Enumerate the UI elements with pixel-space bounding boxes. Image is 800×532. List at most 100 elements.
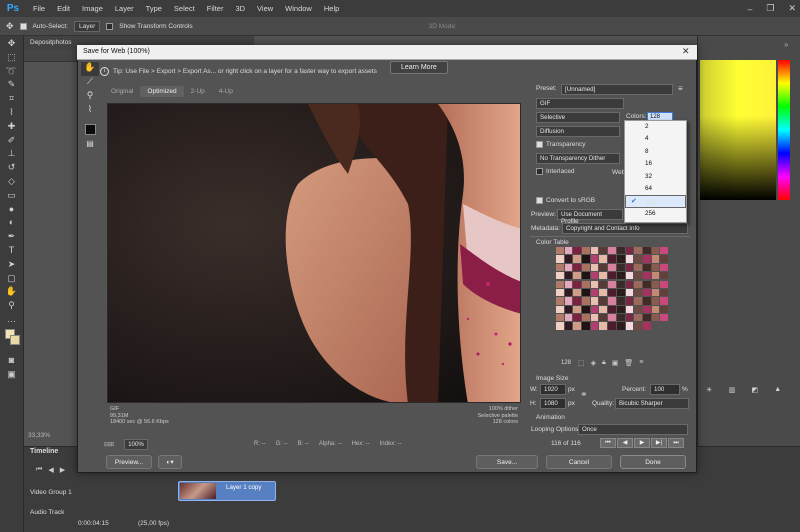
adjust-icon[interactable]: ▲: [774, 386, 794, 426]
type-icon[interactable]: T: [5, 245, 19, 256]
color-swatch[interactable]: [608, 305, 616, 313]
colors-option-selected[interactable]: ✔ 128: [625, 195, 686, 208]
looping-dropdown[interactable]: Once: [578, 424, 688, 435]
menu-file[interactable]: File: [27, 4, 51, 13]
eraser-icon[interactable]: ◇: [5, 176, 19, 187]
menu-image[interactable]: Image: [76, 4, 109, 13]
toggle-slices-icon[interactable]: ▤: [81, 139, 99, 151]
color-table-menu-icon[interactable]: ≡: [639, 359, 643, 367]
color-swatch[interactable]: [634, 339, 642, 346]
more-tools-icon[interactable]: …: [5, 314, 19, 325]
move-icon[interactable]: ✥: [5, 38, 19, 49]
shape-icon[interactable]: ▢: [5, 273, 19, 284]
hue-slider[interactable]: [778, 60, 790, 200]
color-swatch[interactable]: [556, 322, 564, 330]
color-swatch[interactable]: [590, 305, 599, 313]
color-swatch[interactable]: [651, 247, 660, 255]
color-swatch[interactable]: [634, 305, 642, 313]
color-swatch[interactable]: [616, 255, 625, 263]
color-swatch[interactable]: [651, 272, 660, 280]
color-swatch[interactable]: [626, 331, 634, 338]
color-swatch[interactable]: [582, 247, 590, 255]
color-swatch[interactable]: [634, 247, 642, 255]
eyedropper-icon[interactable]: ⌇: [5, 107, 19, 118]
color-swatch[interactable]: [625, 288, 634, 297]
color-swatch[interactable]: [625, 314, 634, 322]
color-swatch[interactable]: [591, 339, 599, 346]
color-swatch[interactable]: [582, 280, 590, 288]
color-swatch[interactable]: [626, 348, 634, 355]
color-swatch[interactable]: [616, 280, 625, 288]
color-swatch[interactable]: [625, 297, 634, 305]
background-color[interactable]: [10, 334, 20, 345]
color-swatch[interactable]: [565, 331, 573, 338]
color-swatch[interactable]: [651, 314, 660, 322]
color-swatch[interactable]: [642, 255, 651, 263]
first-frame-button[interactable]: ⏮: [600, 438, 616, 448]
color-swatch[interactable]: [651, 280, 660, 288]
video-group-label[interactable]: Video Group 1: [30, 489, 72, 496]
play-button[interactable]: ▶: [634, 438, 650, 448]
colors-option[interactable]: 4: [625, 133, 686, 145]
color-swatch[interactable]: [608, 247, 616, 255]
color-swatch[interactable]: [599, 322, 608, 330]
color-swatch[interactable]: [625, 263, 634, 272]
hand-icon[interactable]: ✋: [5, 286, 19, 297]
optimize-menu-icon[interactable]: ≡: [678, 84, 683, 93]
color-swatch[interactable]: [573, 280, 582, 288]
color-swatch[interactable]: [573, 247, 582, 255]
color-swatch[interactable]: [634, 255, 642, 263]
interlaced-checkbox[interactable]: [536, 168, 543, 175]
menu-window[interactable]: Window: [279, 4, 318, 13]
color-swatch[interactable]: [590, 297, 599, 305]
path-select-icon[interactable]: ➤: [5, 259, 19, 270]
color-swatch[interactable]: [642, 288, 651, 297]
collapse-icon[interactable]: »: [784, 40, 794, 50]
adjust-icon[interactable]: ▥: [729, 386, 749, 426]
color-swatch[interactable]: [556, 247, 564, 255]
color-swatch[interactable]: [582, 272, 590, 280]
color-swatch[interactable]: [590, 288, 599, 297]
convert-srgb-checkbox[interactable]: [536, 197, 543, 204]
color-swatch[interactable]: [651, 263, 660, 272]
move-tool-icon[interactable]: ✥: [6, 21, 14, 32]
color-swatch[interactable]: [564, 280, 573, 288]
color-swatch[interactable]: [660, 280, 668, 288]
color-swatch[interactable]: [599, 314, 608, 322]
transparency-checkbox[interactable]: [536, 141, 543, 148]
tab-4-up[interactable]: 4-Up: [212, 86, 240, 97]
color-table-grid[interactable]: [556, 247, 668, 355]
color-swatch[interactable]: [660, 255, 668, 263]
color-swatch[interactable]: [564, 247, 573, 255]
play-icon[interactable]: ▶: [60, 466, 65, 474]
color-swatch[interactable]: [582, 263, 590, 272]
colors-option[interactable]: 64: [625, 183, 686, 195]
slice-select-icon[interactable]: ⟋: [81, 76, 99, 90]
color-swatch[interactable]: [590, 255, 599, 263]
colors-option[interactable]: 256: [625, 208, 686, 220]
color-swatch[interactable]: [599, 339, 607, 346]
color-swatch[interactable]: [642, 263, 651, 272]
color-swatch[interactable]: [608, 331, 616, 338]
color-swatch[interactable]: [651, 288, 660, 297]
tab-2-up[interactable]: 2-Up: [184, 86, 212, 97]
show-transform-checkbox[interactable]: [106, 22, 114, 30]
color-swatch[interactable]: [608, 288, 616, 297]
browser-select-icon[interactable]: ◐▾: [158, 455, 182, 469]
screen-mode-icon[interactable]: ▣: [5, 369, 19, 380]
zoom-out-icon[interactable]: ⊟⊞: [104, 441, 114, 448]
color-swatch[interactable]: [642, 280, 651, 288]
color-swatch[interactable]: [599, 247, 608, 255]
color-swatch[interactable]: [556, 272, 564, 280]
healing-icon[interactable]: ✚: [5, 121, 19, 132]
brush-icon[interactable]: ✐: [5, 135, 19, 146]
color-swatch[interactable]: [556, 348, 564, 355]
color-swatch[interactable]: [556, 305, 564, 313]
color-swatch[interactable]: [608, 280, 616, 288]
color-swatch[interactable]: [660, 263, 668, 272]
color-swatch[interactable]: [608, 339, 616, 346]
prev-frame-icon[interactable]: ◀: [48, 466, 53, 474]
color-swatch[interactable]: [634, 322, 642, 330]
preview-profile-dropdown[interactable]: Use Document Profile: [557, 209, 623, 225]
color-swatch[interactable]: [564, 263, 573, 272]
